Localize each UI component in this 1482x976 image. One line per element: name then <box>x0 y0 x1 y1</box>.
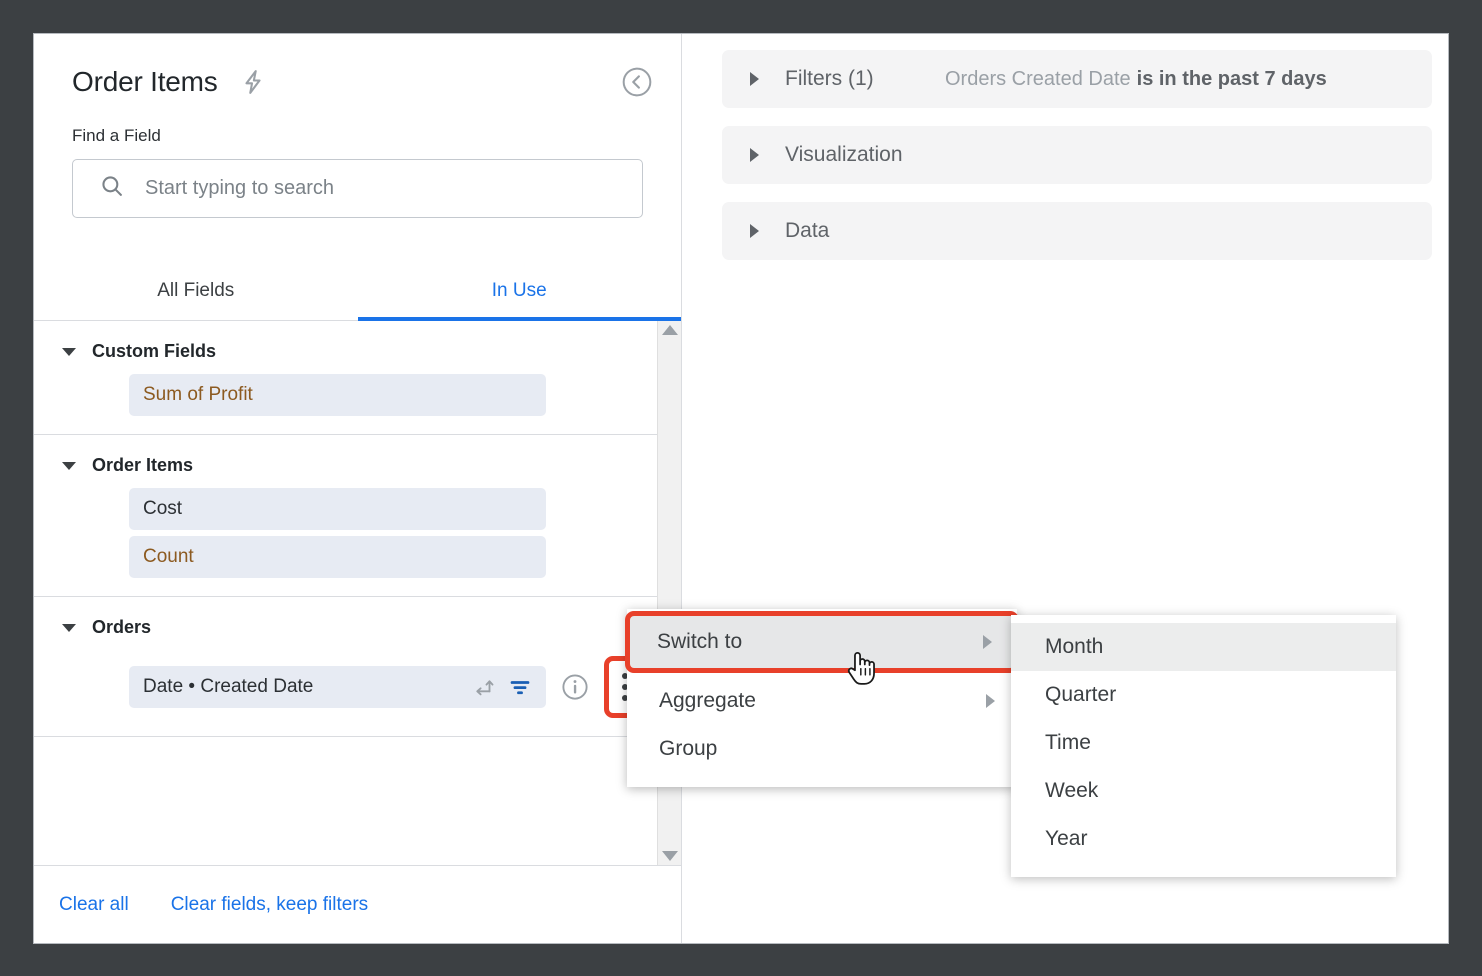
filter-field-name: Orders Created Date <box>945 67 1131 90</box>
scroll-down-arrow-icon[interactable] <box>661 851 678 861</box>
field-group-order-items: Order Items Cost Count <box>34 435 657 597</box>
field-row: Sum of Profit <box>34 374 657 416</box>
field-pill-sum-of-profit[interactable]: Sum of Profit <box>129 374 546 416</box>
chevron-down-icon <box>62 623 76 632</box>
field-row: Cost <box>34 488 657 530</box>
context-menu-item-switch-to[interactable]: Switch to <box>625 611 1019 673</box>
chevron-down-icon <box>62 347 76 356</box>
chevron-down-icon <box>62 461 76 470</box>
lightning-bolt-icon <box>240 67 266 97</box>
field-label: Date • Created Date <box>143 676 314 697</box>
field-group-custom-fields: Custom Fields Sum of Profit <box>34 321 657 435</box>
field-group-orders: Orders Date • Created Date <box>34 597 657 737</box>
field-tabs: All Fields In Use <box>34 262 681 321</box>
switch-to-submenu: Month Quarter Time Week Year <box>1011 615 1396 877</box>
group-label: Custom Fields <box>92 341 217 361</box>
group-header-order-items[interactable]: Order Items <box>34 435 657 480</box>
search-icon <box>99 173 125 204</box>
clear-fields-keep-filters-link[interactable]: Clear fields, keep filters <box>171 894 368 916</box>
submenu-item-week[interactable]: Week <box>1011 767 1396 815</box>
submenu-item-month[interactable]: Month <box>1011 623 1396 671</box>
page-title: Order Items <box>72 66 218 97</box>
find-a-field-label: Find a Field <box>72 126 161 145</box>
field-row: Count <box>34 536 657 578</box>
menu-item-label: Aggregate <box>659 689 756 712</box>
field-row: Date • Created Date <box>34 656 657 718</box>
field-pill-created-date[interactable]: Date • Created Date <box>129 666 546 708</box>
field-panel-footer: Clear all Clear fields, keep filters <box>34 865 681 943</box>
section-label: Filters (1) <box>785 67 874 90</box>
section-label: Data <box>785 219 830 242</box>
tab-all-fields[interactable]: All Fields <box>34 262 358 320</box>
group-header-orders[interactable]: Orders <box>34 597 657 642</box>
info-icon[interactable] <box>560 672 590 702</box>
field-list-scroll-area: Custom Fields Sum of Profit Order Items <box>34 321 681 865</box>
filter-condition: is in the past 7 days <box>1136 67 1327 90</box>
chevron-right-icon <box>750 224 759 238</box>
context-menu-item-aggregate[interactable]: Aggregate <box>627 677 1017 725</box>
field-label: Sum of Profit <box>143 384 253 405</box>
context-menu-item-group[interactable]: Group <box>627 725 1017 773</box>
section-label: Visualization <box>785 143 903 166</box>
filter-icon[interactable] <box>506 673 534 701</box>
chevron-right-icon <box>750 148 759 162</box>
chevron-right-icon <box>986 694 995 708</box>
pivot-icon[interactable] <box>470 674 496 700</box>
chevron-right-icon <box>750 72 759 86</box>
submenu-item-year[interactable]: Year <box>1011 815 1396 863</box>
scroll-up-arrow-icon[interactable] <box>661 325 678 335</box>
chevron-right-icon <box>983 635 992 649</box>
panel-header: Order Items <box>34 34 681 102</box>
field-panel: Order Items Find a Field Start typing to… <box>34 34 682 943</box>
field-pill-cost[interactable]: Cost <box>129 488 546 530</box>
field-list: Custom Fields Sum of Profit Order Items <box>34 321 657 865</box>
menu-item-label: Switch to <box>657 630 743 653</box>
circle-chevron-left-icon[interactable] <box>621 66 653 98</box>
menu-item-label: Group <box>659 737 718 760</box>
group-header-custom-fields[interactable]: Custom Fields <box>34 321 657 366</box>
section-data[interactable]: Data <box>722 202 1432 260</box>
clear-all-link[interactable]: Clear all <box>59 894 129 916</box>
group-label: Orders <box>92 617 152 637</box>
submenu-item-time[interactable]: Time <box>1011 719 1396 767</box>
field-pill-count[interactable]: Count <box>129 536 546 578</box>
search-input[interactable] <box>145 177 642 200</box>
submenu-item-quarter[interactable]: Quarter <box>1011 671 1396 719</box>
field-label: Count <box>143 546 194 567</box>
group-label: Order Items <box>92 455 194 475</box>
explore-window: Order Items Find a Field Start typing to… <box>33 33 1449 944</box>
search-field-container[interactable] <box>72 159 643 218</box>
tab-in-use[interactable]: In Use <box>357 262 682 321</box>
field-label: Cost <box>143 498 183 519</box>
section-visualization[interactable]: Visualization <box>722 126 1432 184</box>
section-filters[interactable]: Filters (1) Orders Created Date is in th… <box>722 50 1432 108</box>
